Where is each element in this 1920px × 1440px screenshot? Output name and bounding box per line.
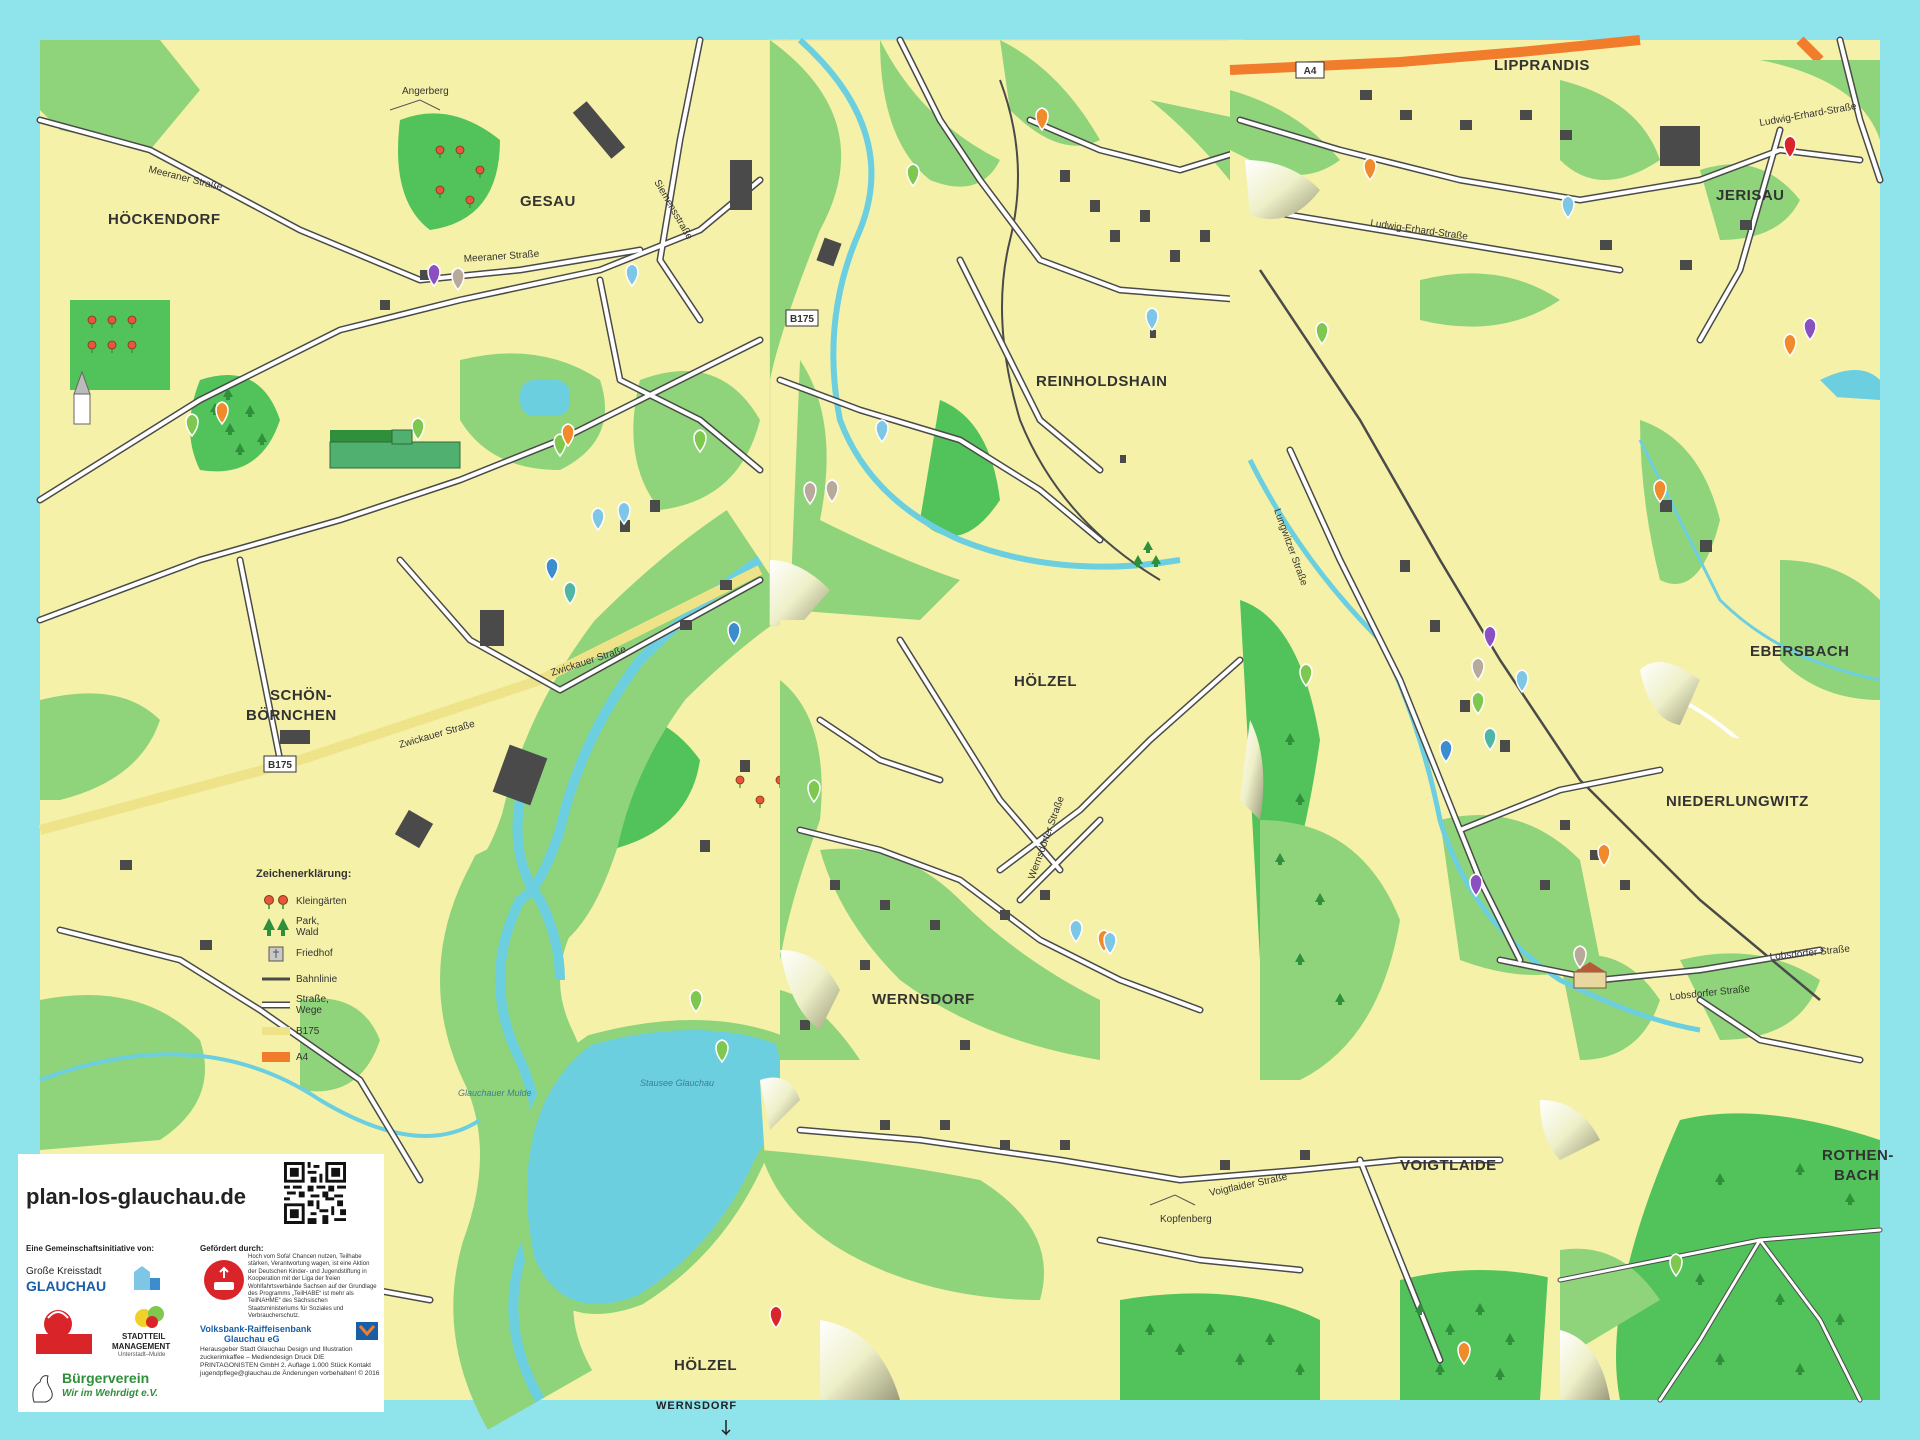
shield-a4: A4 bbox=[1295, 61, 1325, 79]
panel-wernsdorf bbox=[780, 620, 1250, 1090]
logo-buergerverein: Bürgerverein Wir im Wehrdigt e.V. bbox=[26, 1366, 196, 1408]
funded-label: Gefördert durch: bbox=[200, 1244, 264, 1253]
funding-text: Hoch vom Sofa! Chancen nutzen, Teilhabe … bbox=[248, 1254, 377, 1320]
label-gesau: GESAU bbox=[520, 193, 576, 210]
label-hoelzel-south: HÖLZEL bbox=[674, 1357, 737, 1374]
legend-label: Park, Wald bbox=[296, 916, 320, 938]
label-angerberg: Angerberg bbox=[402, 86, 449, 97]
legend-row-a4: A4 bbox=[256, 1044, 396, 1070]
label-wernsdorf: WERNSDORF bbox=[872, 991, 975, 1008]
a4-icon bbox=[256, 1050, 296, 1064]
panel-rothenbach bbox=[1540, 1085, 1883, 1403]
bank-logo-icon bbox=[356, 1322, 378, 1340]
shield-b175-top: B175 bbox=[785, 309, 819, 327]
website-url[interactable]: plan-los-glauchau.de bbox=[26, 1184, 246, 1210]
imprint-text: Herausgeber Stadt Glauchau Design und Il… bbox=[200, 1346, 380, 1377]
legend-row-bahnlinie: Bahnlinie bbox=[256, 966, 396, 992]
shield-b175-left: B175 bbox=[263, 755, 297, 773]
logo-jugendbuero bbox=[28, 1304, 98, 1362]
pond bbox=[520, 380, 570, 416]
label-rothenbach-2: BACH bbox=[1834, 1167, 1879, 1184]
legend-row-park: Park, Wald bbox=[256, 914, 396, 940]
panel-voigtlaide bbox=[760, 1077, 1560, 1400]
legend-row-kleingaerten: Kleingärten bbox=[256, 888, 396, 914]
svg-text:B175: B175 bbox=[790, 314, 814, 325]
legend-row-friedhof: Friedhof bbox=[256, 940, 396, 966]
label-mulde: Glauchauer Mulde bbox=[458, 1088, 532, 1098]
label-niederlungwitz: NIEDERLUNGWITZ bbox=[1666, 793, 1809, 810]
railway-icon bbox=[256, 974, 296, 984]
legend-label: Bahnlinie bbox=[296, 973, 338, 985]
svg-text:B175: B175 bbox=[268, 760, 292, 771]
label-schoenboernchen-1: SCHÖN- bbox=[270, 687, 332, 704]
label-kopfenberg: Kopfenberg bbox=[1160, 1214, 1212, 1225]
city-crest-icon bbox=[134, 1266, 160, 1290]
label-lipprandis: LIPPRANDIS bbox=[1494, 57, 1590, 74]
panel-ebersbach bbox=[1580, 380, 1881, 765]
legend-label: Kleingärten bbox=[296, 895, 347, 907]
bank-name: Volksbank-Raiffeisenbank Glauchau eG bbox=[200, 1324, 312, 1344]
label-hoelzel-north: HÖLZEL bbox=[1014, 673, 1077, 690]
legend-label: A4 bbox=[296, 1051, 309, 1063]
legend-row-b175: B175 bbox=[256, 1018, 396, 1044]
label-stausee: Stausee Glauchau bbox=[640, 1078, 714, 1088]
label-jerisau: JERISAU bbox=[1716, 187, 1785, 204]
info-box: plan-los-glauchau.de Eine Gemeinschaftsi… bbox=[18, 1154, 384, 1412]
logo-glauchau: Große Kreisstadt GLAUCHAU bbox=[26, 1262, 166, 1302]
legend-row-strasse: Straße, Wege bbox=[256, 992, 396, 1018]
panel-reinholdshain bbox=[769, 36, 1249, 626]
legend-label: B175 bbox=[296, 1025, 320, 1037]
tree-icon bbox=[256, 916, 296, 938]
svg-text:A4: A4 bbox=[1304, 66, 1317, 77]
stadtteil-logo-icon bbox=[135, 1306, 164, 1328]
goose-icon bbox=[32, 1375, 53, 1403]
label-wernsdorf-direction: WERNSDORF bbox=[656, 1400, 738, 1412]
initiative-label: Eine Gemeinschaftsinitiative von: bbox=[26, 1244, 155, 1253]
legend-label: Friedhof bbox=[296, 947, 333, 959]
label-reinholdshain: REINHOLDSHAIN bbox=[1036, 373, 1168, 390]
logo-funding bbox=[202, 1258, 246, 1302]
legend-label: Straße, Wege bbox=[296, 994, 329, 1016]
legend: Zeichenerklärung: Kleingärten Park, Wald … bbox=[256, 868, 396, 1108]
qr-code-icon[interactable] bbox=[284, 1162, 346, 1224]
logo-stadtteilmanagement: STADTTEIL MANAGEMENT Unterstadt–Mulde bbox=[112, 1304, 194, 1362]
label-schoenboernchen-2: BÖRNCHEN bbox=[246, 707, 337, 724]
street-icon bbox=[256, 999, 296, 1011]
cemetery-icon bbox=[256, 943, 296, 963]
kleingarten-icon bbox=[256, 893, 296, 909]
sofa-logo-icon bbox=[204, 1260, 244, 1300]
jugend-logo-icon bbox=[36, 1310, 92, 1354]
label-voigtlaide: VOIGTLAIDE bbox=[1400, 1157, 1497, 1174]
b175-icon bbox=[256, 1025, 296, 1037]
legend-title: Zeichenerklärung: bbox=[256, 868, 352, 880]
label-ebersbach: EBERSBACH bbox=[1750, 643, 1850, 660]
label-rothenbach-1: ROTHEN- bbox=[1822, 1147, 1894, 1164]
label-hoeckendorf: HÖCKENDORF bbox=[108, 211, 221, 228]
